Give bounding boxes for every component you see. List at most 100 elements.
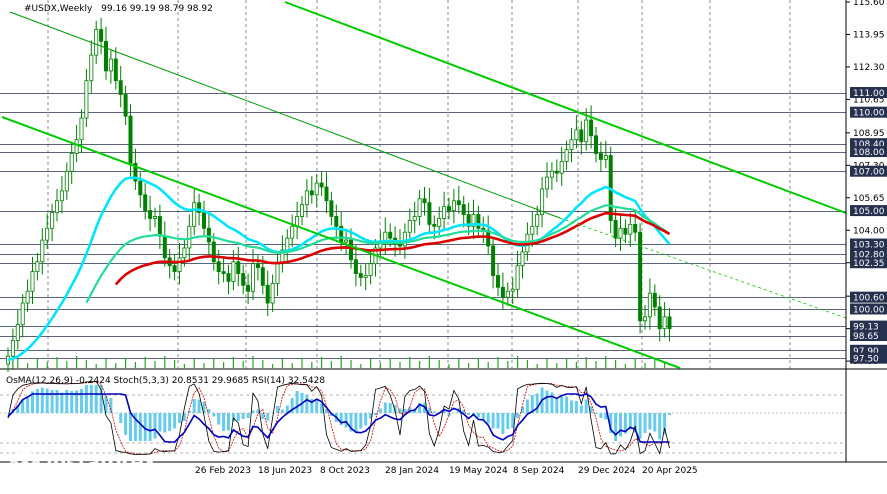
candle-body [427,202,432,225]
volume-bar [27,363,29,368]
candle-body [442,206,447,219]
volume-bar [615,360,617,368]
volume-bar [458,359,460,368]
volume-bar [223,362,225,368]
candle-body [456,200,461,206]
candle-body [319,182,324,188]
candle-body [152,216,157,219]
volume-bar [85,360,87,368]
candle-body [510,288,515,292]
level-label-text: 107.00 [853,168,885,178]
osma-bar [496,413,500,429]
candle-body [363,275,368,278]
candle-body [598,153,603,160]
candle-body [55,200,60,213]
volume-bar [468,363,470,368]
candle-body [515,265,520,290]
volume-bar [262,360,264,368]
candle-body [667,316,672,330]
volume-bar [399,362,401,368]
candle-body [59,190,64,202]
volume-bar [595,361,597,368]
level-label-text: 100.00 [853,305,885,315]
volume-bar [272,364,274,368]
osma-bar [545,390,549,413]
candle-body [123,94,128,117]
volume-bar [546,359,548,368]
osma-bar [378,408,382,413]
candle-body [94,29,99,56]
candle-body [505,290,510,298]
level-label: 98.65 [850,330,887,342]
volume-bar [536,364,538,368]
level-label-text: 105.00 [853,207,885,217]
candle-body [255,263,260,269]
x-tick-label: 20 Apr 2025 [642,466,698,476]
candle-body [45,227,50,241]
candle-body [20,302,25,326]
chart-canvas[interactable]: 115.60113.95112.30110.65108.95107.30105.… [0,0,887,494]
osma-bar [168,413,172,431]
candle-body [201,212,206,229]
candle-body [491,245,496,276]
volume-bar [56,357,58,368]
volume-bar [301,358,303,368]
volume-bar [605,356,607,368]
level-label-text: 100.60 [853,294,885,304]
volume-bar [7,364,9,368]
candle-body [50,212,55,229]
osma-bar [560,396,564,413]
ohlc-readout: 99.16 99.19 98.79 98.92 [101,4,213,14]
osma-bar [114,413,118,414]
level-label: 107.00 [850,165,887,178]
volume-bar [76,356,78,368]
osma-bar [579,405,583,413]
candle-body [69,153,74,172]
osma-bar [599,413,603,418]
candle-body [603,155,608,160]
osma-bar [266,413,270,421]
osma-bar [163,413,167,433]
x-tick-label: 8 Oct 2023 [320,466,370,476]
volume-bar [242,361,244,368]
candle-body [128,115,133,164]
candle-body [500,286,505,298]
volume-bar [497,357,499,368]
volume-bar [281,359,283,368]
osma-bar [555,397,559,413]
candle-body [260,267,265,286]
volume-bar [428,356,430,368]
candle-body [64,170,69,192]
osma-bar [207,409,211,413]
volume-bar [164,356,166,368]
osma-bar [432,411,436,413]
osma-bar [467,413,471,415]
volume-bar [389,358,391,368]
candle-body [407,220,412,233]
candle [638,223,643,334]
candle-body [79,117,84,141]
y-tick-label: 108.95 [853,129,885,139]
candle-body [236,261,241,274]
osma-bar [35,389,39,413]
volume-bar [213,358,215,368]
x-tick-label: 18 Jun 2023 [258,466,312,476]
candle-body [397,243,402,247]
candle-body [99,29,104,42]
volume-bar [477,358,479,368]
candle-body [40,239,45,263]
volume-bar [634,359,636,368]
candle-body [495,275,500,288]
candle-body [358,273,363,278]
candle-body [549,170,554,178]
osma-bar [119,413,123,423]
candle-body [530,225,535,235]
candle-body [177,257,182,272]
candle-body [618,227,623,239]
osma-bar [364,413,368,426]
candle-body [162,235,167,259]
candle-body [334,216,339,227]
volume-bar [556,363,558,368]
osma-bar [383,402,387,413]
y-tick-label: 105.65 [853,194,885,204]
